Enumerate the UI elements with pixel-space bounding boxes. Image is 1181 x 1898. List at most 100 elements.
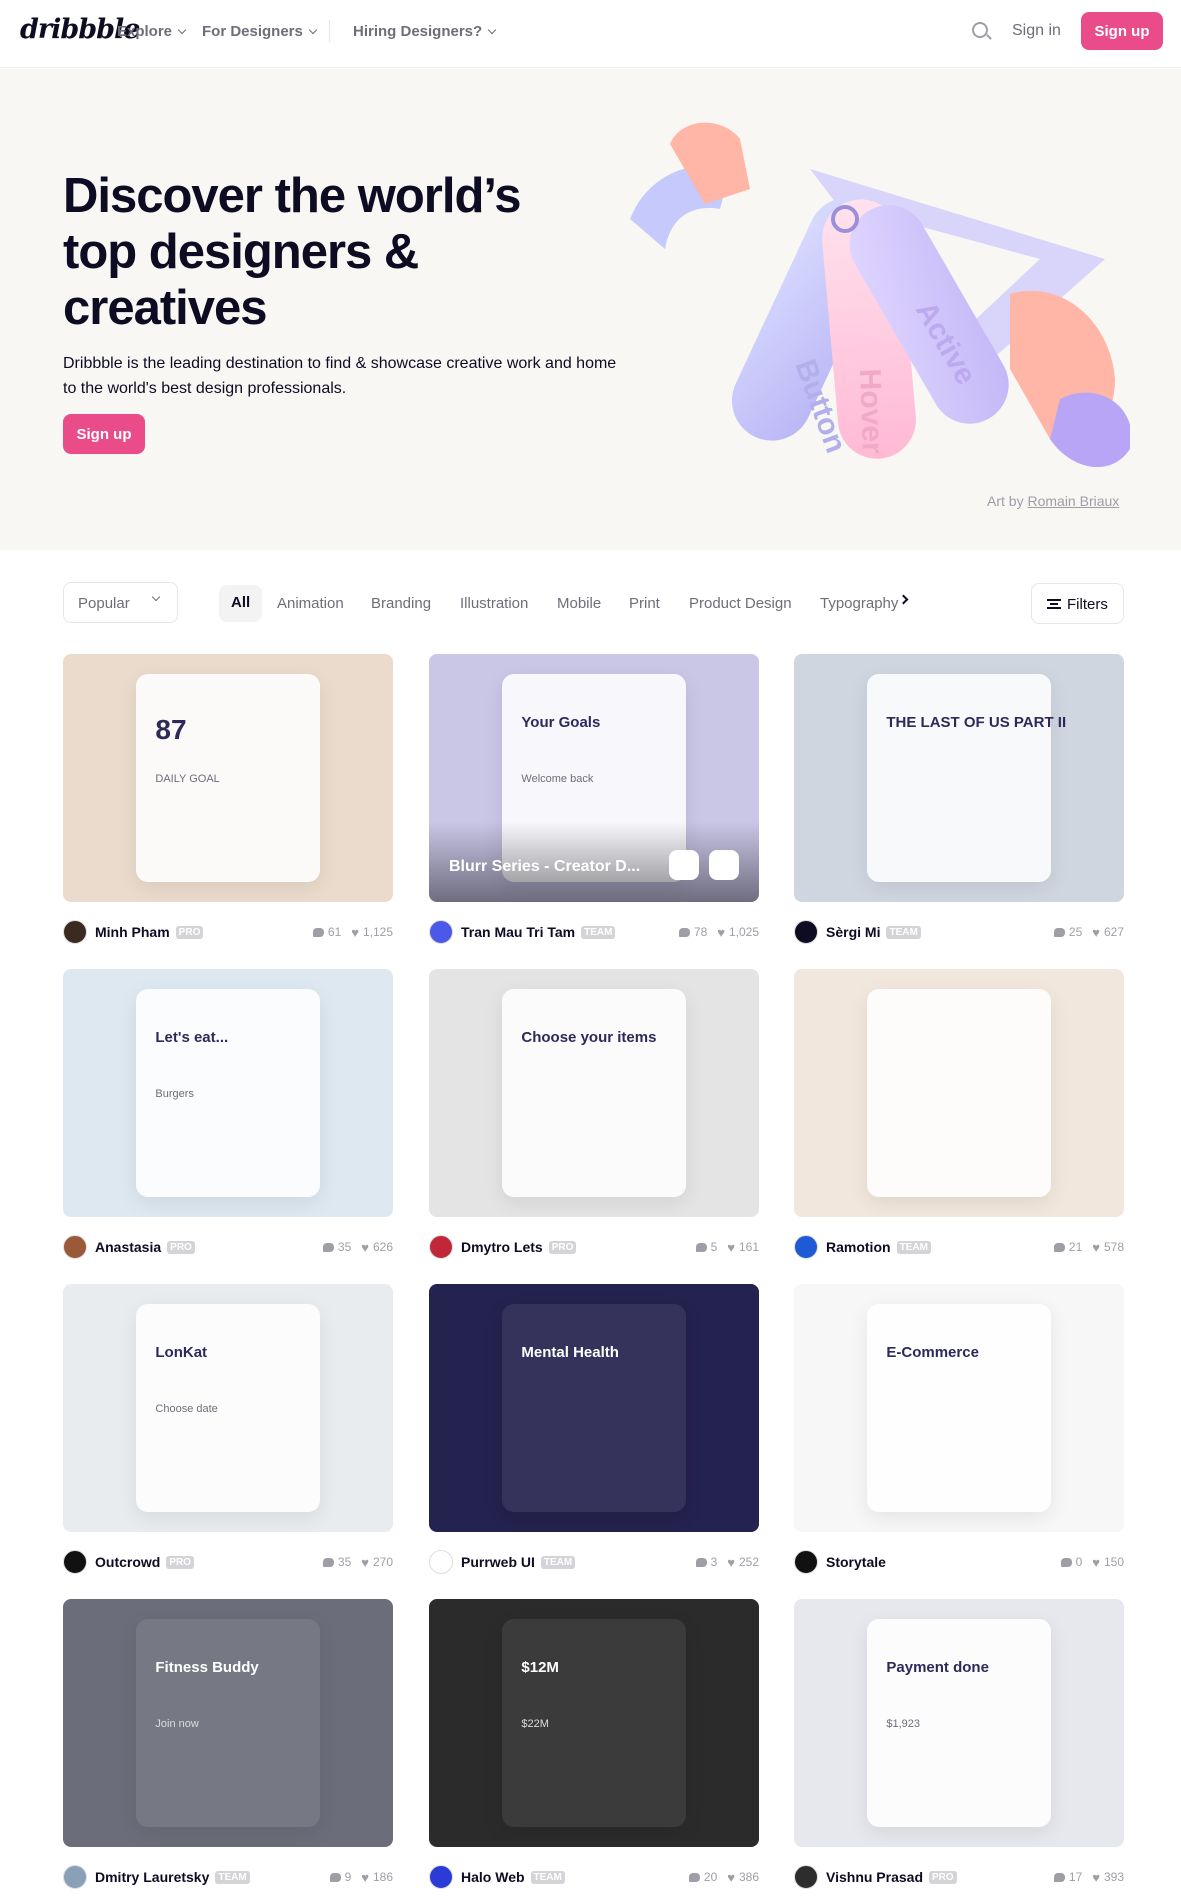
author-name[interactable]: Vishnu Prasad [826, 1869, 923, 1885]
author-name[interactable]: Halo Web [461, 1869, 525, 1885]
avatar[interactable] [794, 1235, 818, 1259]
shot-meta: Purrweb UI TEAM 3 ♥ 252 [429, 1550, 759, 1574]
author-name[interactable]: Dmitry Lauretsky [95, 1869, 209, 1885]
author-name[interactable]: Purrweb UI [461, 1554, 535, 1570]
comment-count: 9 [344, 1870, 352, 1884]
avatar[interactable] [429, 920, 453, 944]
nav-for-designers[interactable]: For Designers [202, 23, 318, 40]
shot-thumbnail[interactable]: $12M $22M [429, 1599, 759, 1847]
art-credit-link[interactable]: Romain Briaux [1027, 493, 1119, 509]
author-badge: PRO [166, 1555, 195, 1569]
author-name[interactable]: Minh Pham [95, 924, 170, 940]
author-name[interactable]: Anastasia [95, 1239, 161, 1255]
shot-thumbnail[interactable] [794, 969, 1124, 1217]
shot-thumbnail[interactable]: Fitness Buddy Join now [63, 1599, 393, 1847]
avatar[interactable] [63, 1235, 87, 1259]
category-illustration[interactable]: Illustration [460, 595, 528, 612]
chevron-right-icon[interactable] [898, 594, 909, 605]
shot-mockup-text: Payment done [886, 1658, 989, 1676]
author-name[interactable]: Dmytro Lets [461, 1239, 543, 1255]
category-mobile[interactable]: Mobile [557, 595, 601, 612]
author-badge: PRO [548, 1240, 577, 1254]
comment-count: 35 [337, 1555, 352, 1569]
author-name[interactable]: Ramotion [826, 1239, 891, 1255]
author-name[interactable]: Outcrowd [95, 1554, 160, 1570]
shot-stats: 25 ♥ 627 [1053, 925, 1124, 940]
heart-icon[interactable]: ♥ [361, 1240, 369, 1255]
nav-hiring-designers[interactable]: Hiring Designers? [353, 23, 497, 40]
shot-mockup-subtext: DAILY GOAL [155, 773, 220, 786]
shot-meta: Sèrgi Mi TEAM 25 ♥ 627 [794, 920, 1124, 944]
avatar[interactable] [429, 1550, 453, 1574]
category-animation[interactable]: Animation [277, 595, 344, 612]
shot-mockup-subtext: Burgers [155, 1088, 194, 1101]
sign-in-link[interactable]: Sign in [1012, 22, 1061, 40]
shot-mockup-text: 87 [155, 713, 187, 745]
heart-icon[interactable]: ♥ [727, 1555, 735, 1570]
shot-thumbnail[interactable]: Your Goals Welcome back Blurr Series - C… [429, 654, 759, 902]
comment-icon [312, 927, 324, 937]
shot-mockup-panel [501, 1303, 687, 1513]
category-typography[interactable]: Typography [820, 595, 898, 612]
comment-icon [1053, 1872, 1065, 1882]
shot-mockup-text: Fitness Buddy [155, 1658, 259, 1676]
category-print[interactable]: Print [629, 595, 660, 612]
shot-meta: Dmitry Lauretsky TEAM 9 ♥ 186 [63, 1865, 393, 1889]
shot-stats: 3 ♥ 252 [695, 1555, 759, 1570]
shot-thumbnail[interactable]: Mental Health [429, 1284, 759, 1532]
author-name[interactable]: Sèrgi Mi [826, 924, 880, 940]
hero-sign-up-button[interactable]: Sign up [63, 414, 145, 454]
heart-icon[interactable]: ♥ [727, 1870, 735, 1885]
avatar[interactable] [429, 1865, 453, 1889]
avatar[interactable] [63, 920, 87, 944]
sort-dropdown[interactable]: Popular [63, 582, 178, 623]
heart-icon[interactable]: ♥ [1092, 1555, 1100, 1570]
nav-divider [329, 20, 330, 42]
heart-icon[interactable]: ♥ [351, 925, 359, 940]
shot-mockup-panel [866, 673, 1052, 883]
shot-thumbnail[interactable]: E-Commerce [794, 1284, 1124, 1532]
avatar[interactable] [794, 1865, 818, 1889]
avatar[interactable] [63, 1865, 87, 1889]
heart-icon[interactable]: ♥ [1092, 925, 1100, 940]
category-branding[interactable]: Branding [371, 595, 431, 612]
comment-count: 3 [710, 1555, 718, 1569]
shot-thumbnail[interactable]: Payment done $1,923 [794, 1599, 1124, 1847]
heart-icon[interactable]: ♥ [727, 1240, 735, 1255]
comment-icon [695, 1242, 707, 1252]
author-name[interactable]: Storytale [826, 1554, 886, 1570]
avatar[interactable] [63, 1550, 87, 1574]
avatar[interactable] [429, 1235, 453, 1259]
shot-thumbnail[interactable]: 87 DAILY GOAL [63, 654, 393, 902]
filter-icon [1047, 599, 1061, 609]
like-heart-button[interactable] [709, 850, 739, 880]
top-navigation: dribbble Explore For Designers Hiring De… [0, 0, 1181, 68]
search-icon[interactable] [972, 22, 988, 38]
save-collection-button[interactable] [669, 850, 699, 880]
like-count: 1,025 [728, 925, 759, 939]
category-all[interactable]: All [219, 585, 263, 622]
avatar[interactable] [794, 920, 818, 944]
heart-icon[interactable]: ♥ [361, 1870, 369, 1885]
sign-up-button[interactable]: Sign up [1081, 12, 1163, 50]
shot-meta: Minh Pham PRO 61 ♥ 1,125 [63, 920, 393, 944]
nav-explore[interactable]: Explore [117, 23, 187, 40]
like-count: 578 [1103, 1240, 1124, 1254]
shot-title: Blurr Series - Creator D... [449, 858, 641, 875]
shot-thumbnail[interactable]: LonKat Choose date [63, 1284, 393, 1532]
category-product-design[interactable]: Product Design [689, 595, 792, 612]
author-badge: TEAM [215, 1870, 250, 1884]
shot-thumbnail[interactable]: Choose your items [429, 969, 759, 1217]
avatar[interactable] [794, 1550, 818, 1574]
filters-button[interactable]: Filters [1031, 583, 1124, 624]
heart-icon[interactable]: ♥ [361, 1555, 369, 1570]
heart-icon[interactable]: ♥ [1092, 1870, 1100, 1885]
shot-thumbnail[interactable]: THE LAST OF US PART II [794, 654, 1124, 902]
heart-icon[interactable]: ♥ [1092, 1240, 1100, 1255]
shot-thumbnail[interactable]: Let's eat... Burgers [63, 969, 393, 1217]
shot-mockup-panel [866, 988, 1052, 1198]
like-count: 186 [372, 1870, 393, 1884]
shot-mockup-subtext: Join now [155, 1718, 199, 1731]
heart-icon[interactable]: ♥ [717, 925, 725, 940]
author-name[interactable]: Tran Mau Tri Tam [461, 924, 575, 940]
